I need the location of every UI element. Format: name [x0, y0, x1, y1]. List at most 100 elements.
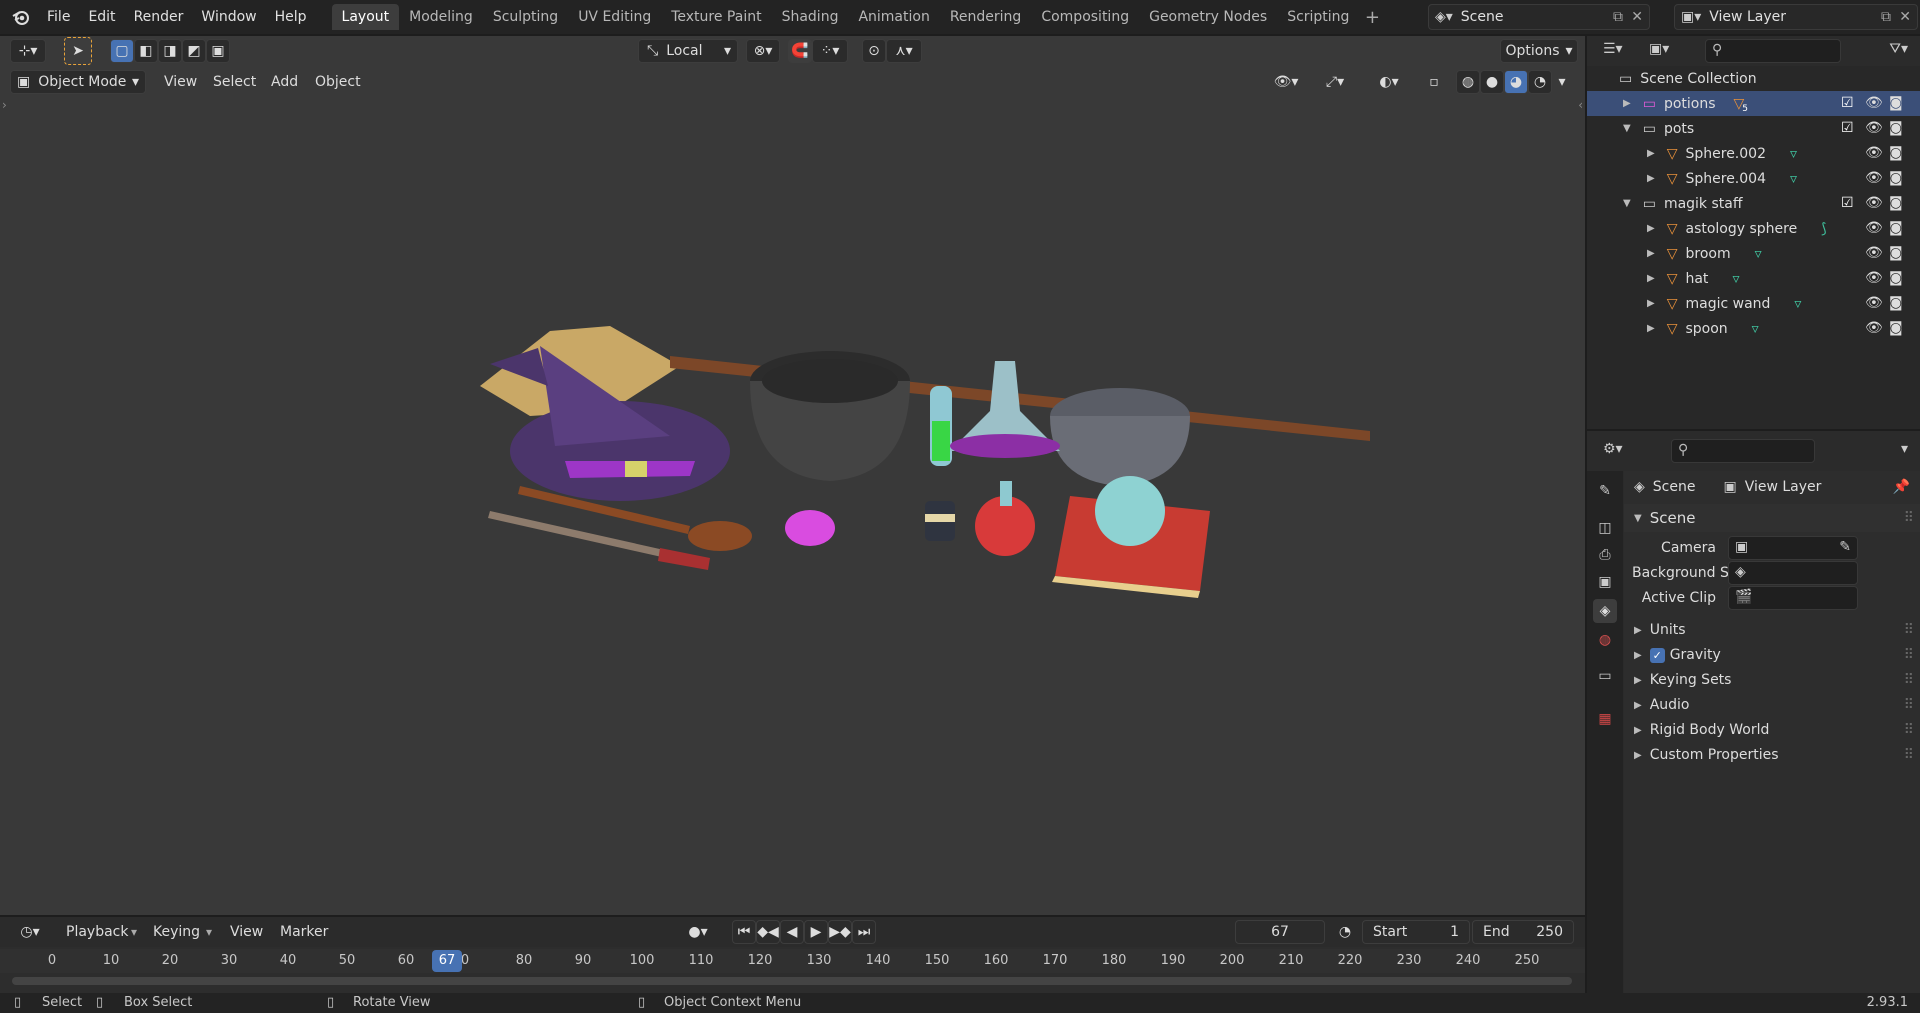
- timeline-menu-marker[interactable]: Marker: [280, 920, 328, 944]
- outliner-editor-type-icon[interactable]: ☰▾: [1603, 41, 1623, 57]
- keying-sets-panel-header[interactable]: ▶ Keying Sets ⠿: [1624, 666, 1920, 694]
- expand-arrow-icon[interactable]: ▶: [1647, 298, 1655, 309]
- audio-panel-header[interactable]: ▶ Audio ⠿: [1624, 691, 1920, 719]
- options-dropdown[interactable]: Options ▾: [1500, 39, 1578, 63]
- outliner-row-hat[interactable]: ▶ ▽ hat ▿ 👁 ◙: [1587, 266, 1920, 291]
- eyedropper-icon[interactable]: ✎: [1839, 539, 1851, 555]
- menu-help[interactable]: Help: [266, 0, 316, 34]
- frame-ruler[interactable]: 0 10 20 30 40 50 60 0 80 90 100 110 120 …: [0, 949, 1585, 973]
- new-scene-icon[interactable]: ⧉: [1613, 9, 1623, 25]
- camera-icon[interactable]: ◙: [1889, 170, 1905, 186]
- camera-field[interactable]: ▣ ✎: [1728, 536, 1858, 560]
- proportional-edit-icon[interactable]: ⊙: [862, 39, 886, 63]
- display-mode-icon[interactable]: ▣▾: [1649, 41, 1669, 57]
- cauldron-model[interactable]: [750, 351, 910, 481]
- expand-arrow-icon[interactable]: ▶: [1647, 223, 1655, 234]
- world-tab-icon[interactable]: ◍: [1593, 628, 1617, 652]
- expand-arrow-icon[interactable]: ▶: [1634, 625, 1642, 636]
- gravity-panel-header[interactable]: ▶ ✓ Gravity ⠿: [1624, 641, 1920, 669]
- chevron-down-icon[interactable]: ▾: [1901, 441, 1908, 457]
- eye-icon[interactable]: 👁: [1865, 245, 1883, 261]
- eye-icon[interactable]: 👁: [1865, 120, 1883, 136]
- viewport-menu-add[interactable]: Add: [271, 70, 298, 94]
- properties-editor-type-icon[interactable]: ⚙▾: [1603, 441, 1623, 457]
- camera-icon[interactable]: ◙: [1889, 95, 1905, 111]
- timeline-editor-type-icon[interactable]: ◷▾: [12, 920, 48, 944]
- solid-shading-icon[interactable]: ●: [1480, 70, 1504, 94]
- menu-edit[interactable]: Edit: [79, 0, 124, 34]
- tab-geometry-nodes[interactable]: Geometry Nodes: [1139, 4, 1277, 30]
- pot-model[interactable]: [1050, 388, 1190, 486]
- timeline-scrollbar[interactable]: [12, 977, 1572, 985]
- expand-arrow-icon[interactable]: ▶: [1647, 148, 1655, 159]
- end-frame-field[interactable]: End 250: [1472, 920, 1574, 944]
- outliner-row-broom[interactable]: ▶ ▽ broom ▿ 👁 ◙: [1587, 241, 1920, 266]
- eye-icon[interactable]: 👁: [1865, 170, 1883, 186]
- pin-icon[interactable]: 📌: [1893, 479, 1910, 495]
- tab-compositing[interactable]: Compositing: [1031, 4, 1139, 30]
- menu-file[interactable]: File: [38, 0, 79, 34]
- visibility-icon[interactable]: 👁▾: [1266, 70, 1306, 94]
- select-intersect-icon[interactable]: ▣: [206, 39, 230, 63]
- exclude-checkbox[interactable]: ☑: [1841, 120, 1857, 136]
- outliner-row-magic-wand[interactable]: ▶ ▽ magic wand ▿ 👁 ◙: [1587, 291, 1920, 316]
- outliner-row-sphere-004[interactable]: ▶ ▽ Sphere.004 ▿ 👁 ◙: [1587, 166, 1920, 191]
- output-tab-icon[interactable]: ⎙: [1593, 543, 1617, 567]
- eye-icon[interactable]: 👁: [1865, 95, 1883, 111]
- exclude-checkbox[interactable]: ☑: [1841, 95, 1857, 111]
- play-reverse-icon[interactable]: ◀: [780, 920, 804, 944]
- camera-icon[interactable]: ◙: [1889, 245, 1905, 261]
- current-frame-field[interactable]: 67: [1235, 920, 1325, 944]
- outliner-search-input[interactable]: ⚲: [1705, 39, 1841, 63]
- material-shading-icon[interactable]: ◕: [1504, 70, 1528, 94]
- jump-end-icon[interactable]: ⏭: [852, 920, 876, 944]
- select-new-icon[interactable]: ▢: [110, 39, 134, 63]
- wireframe-shading-icon[interactable]: ◍: [1456, 70, 1480, 94]
- scene-selector[interactable]: ◈▾ Scene ⧉ ✕: [1428, 4, 1650, 30]
- 3d-viewport[interactable]: ⊹▾ ➤ ▢ ◧ ◨ ◩ ▣ ⤡ Local ▾ ⊗▾ 🧲 ⁘▾ ⊙ ⋏▾ Op…: [0, 36, 1585, 915]
- select-cursor-icon[interactable]: ➤: [64, 37, 92, 65]
- scene-render[interactable]: [470, 286, 1390, 666]
- editor-type-icon[interactable]: ⊹▾: [10, 39, 46, 63]
- expand-arrow-icon[interactable]: ▶: [1634, 650, 1642, 661]
- menu-render[interactable]: Render: [125, 0, 193, 34]
- drag-handle-icon[interactable]: ⠿: [1904, 647, 1914, 663]
- tab-rendering[interactable]: Rendering: [940, 4, 1032, 30]
- collection-tab-icon[interactable]: ▭: [1593, 664, 1617, 688]
- tab-texture-paint[interactable]: Texture Paint: [661, 4, 771, 30]
- preview-range-icon[interactable]: ◔: [1333, 920, 1357, 944]
- rendered-shading-icon[interactable]: ◔: [1528, 70, 1552, 94]
- snap-toggle-icon[interactable]: 🧲: [788, 39, 812, 63]
- snap-element-icon[interactable]: ⁘▾: [812, 39, 848, 63]
- expand-arrow-icon[interactable]: ▶: [1623, 98, 1631, 109]
- camera-icon[interactable]: ◙: [1889, 145, 1905, 161]
- select-invert-icon[interactable]: ◩: [182, 39, 206, 63]
- view-layer-tab-icon[interactable]: ▣: [1593, 570, 1617, 594]
- viewport-menu-select[interactable]: Select: [213, 70, 256, 94]
- prev-keyframe-icon[interactable]: ◆◀: [756, 920, 780, 944]
- transform-orientation-dropdown[interactable]: ⤡ Local ▾: [638, 39, 738, 63]
- pivot-point-icon[interactable]: ⊗▾: [746, 39, 780, 63]
- expand-arrow-icon[interactable]: ▶: [1647, 273, 1655, 284]
- render-tab-icon[interactable]: ◫: [1593, 516, 1617, 540]
- active-clip-field[interactable]: 🎬: [1728, 586, 1858, 610]
- camera-icon[interactable]: ◙: [1889, 320, 1905, 336]
- timeline-menu-keying[interactable]: Keying: [153, 920, 200, 944]
- add-workspace-icon[interactable]: +: [1359, 7, 1385, 28]
- texture-tab-icon[interactable]: ▦: [1593, 707, 1617, 731]
- camera-icon[interactable]: ◙: [1889, 220, 1905, 236]
- expand-arrow-icon[interactable]: ▶: [1634, 675, 1642, 686]
- select-subtract-icon[interactable]: ◨: [158, 39, 182, 63]
- eye-icon[interactable]: 👁: [1865, 270, 1883, 286]
- camera-icon[interactable]: ◙: [1889, 295, 1905, 311]
- expand-arrow-icon[interactable]: ▶: [1634, 700, 1642, 711]
- mode-dropdown[interactable]: ▣ Object Mode ▾: [10, 70, 146, 94]
- drag-handle-icon[interactable]: ⠿: [1904, 510, 1914, 526]
- new-view-layer-icon[interactable]: ⧉: [1881, 9, 1891, 25]
- outliner-scene-collection[interactable]: ▭ Scene Collection: [1587, 66, 1920, 91]
- viewport-menu-object[interactable]: Object: [315, 70, 361, 94]
- eye-icon[interactable]: 👁: [1865, 195, 1883, 211]
- scene-panel-header[interactable]: ▼ Scene ⠿: [1624, 504, 1920, 532]
- shading-options-icon[interactable]: ▾: [1552, 70, 1572, 94]
- eye-icon[interactable]: 👁: [1865, 145, 1883, 161]
